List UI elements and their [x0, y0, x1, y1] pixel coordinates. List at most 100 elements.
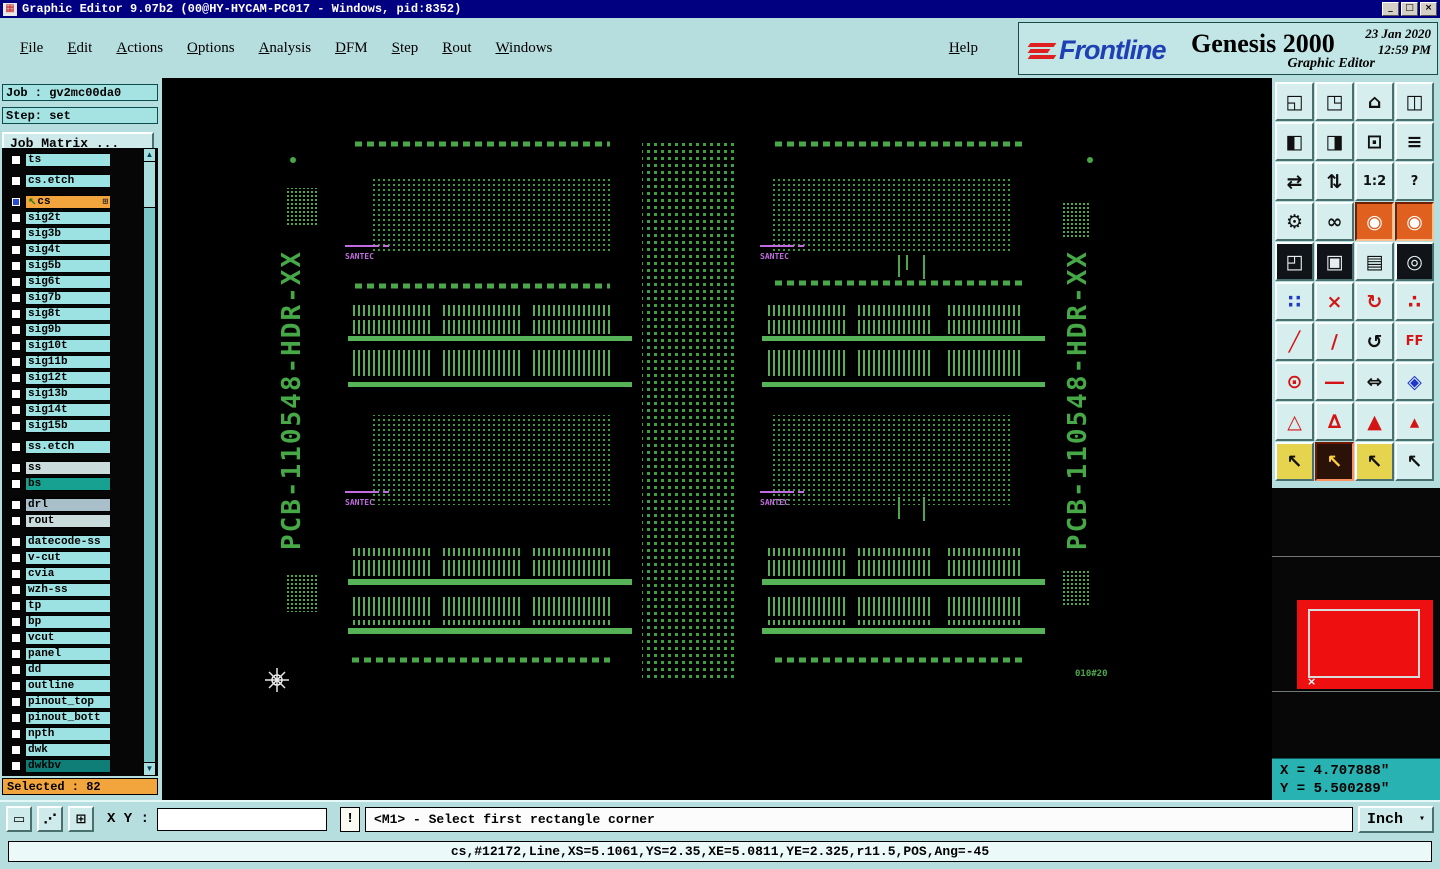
- layer-row[interactable]: ss.etch: [5, 440, 158, 454]
- layer-name[interactable]: sig13b: [25, 387, 111, 401]
- layer-name[interactable]: sig11b: [25, 355, 111, 369]
- layer-row[interactable]: dwk: [5, 743, 158, 757]
- screen-copy-icon[interactable]: ◱: [1275, 82, 1314, 121]
- cursor-active-icon[interactable]: ↖: [1315, 442, 1354, 481]
- scroll-down-arrow-icon[interactable]: ▼: [144, 762, 155, 775]
- pad-shape-icon[interactable]: ▣: [1315, 242, 1354, 281]
- minimize-button[interactable]: _: [1382, 2, 1399, 16]
- layer-row[interactable]: dwkbv: [5, 759, 158, 773]
- layer-visibility-checkbox[interactable]: [11, 601, 21, 611]
- triangle-filled-icon[interactable]: ▲: [1355, 402, 1394, 441]
- flip-horizontal-icon[interactable]: ⇄: [1275, 162, 1314, 201]
- highlight-selected-icon[interactable]: ◉: [1355, 202, 1394, 241]
- layer-row[interactable]: sig11b: [5, 355, 158, 369]
- screen-paste-icon[interactable]: ◳: [1315, 82, 1354, 121]
- window-tool-button[interactable]: ▭: [6, 806, 32, 832]
- layer-row[interactable]: sig7b: [5, 291, 158, 305]
- pause-indicator-button[interactable]: !: [340, 806, 361, 832]
- menu-item[interactable]: Actions: [116, 40, 163, 57]
- layer-visibility-checkbox[interactable]: [11, 213, 21, 223]
- layer-visibility-checkbox[interactable]: [11, 729, 21, 739]
- layer-visibility-checkbox[interactable]: [11, 516, 21, 526]
- layer-visibility-checkbox[interactable]: [11, 500, 21, 510]
- layer-row[interactable]: sig8t: [5, 307, 158, 321]
- menu-item[interactable]: Windows: [495, 40, 552, 57]
- layer-visibility-checkbox[interactable]: [11, 373, 21, 383]
- layer-name[interactable]: ts: [25, 153, 111, 167]
- layer-visibility-checkbox[interactable]: [11, 245, 21, 255]
- cursor-select-icon[interactable]: ↖: [1275, 442, 1314, 481]
- layer-name[interactable]: dwkbv: [25, 759, 111, 773]
- layer-name[interactable]: vcut: [25, 631, 111, 645]
- settings-icon[interactable]: ⚙: [1275, 202, 1314, 241]
- dash-line-icon[interactable]: ―: [1315, 362, 1354, 401]
- menu-item[interactable]: File: [20, 40, 43, 57]
- layer-visibility-checkbox[interactable]: [11, 155, 21, 165]
- layer-name[interactable]: ss.etch: [25, 440, 111, 454]
- layer-visibility-checkbox[interactable]: [11, 197, 21, 207]
- layer-row[interactable]: sig14t: [5, 403, 158, 417]
- overview-zoom-rect[interactable]: ×: [1297, 600, 1433, 689]
- layer-name[interactable]: tp: [25, 599, 111, 613]
- maximize-button[interactable]: □: [1401, 2, 1418, 16]
- net-points-icon[interactable]: ∷: [1275, 282, 1314, 321]
- layer-name[interactable]: pinout_top: [25, 695, 111, 709]
- layer-visibility-checkbox[interactable]: [11, 229, 21, 239]
- cursor-snap-icon[interactable]: ↖: [1395, 442, 1434, 481]
- layer-name[interactable]: sig3b: [25, 227, 111, 241]
- layer-row[interactable]: sig2t: [5, 211, 158, 225]
- layer-row[interactable]: sig10t: [5, 339, 158, 353]
- layer-visibility-checkbox[interactable]: [11, 745, 21, 755]
- rotate-cw-icon[interactable]: ↻: [1355, 282, 1394, 321]
- layer-visibility-checkbox[interactable]: [11, 341, 21, 351]
- layer-visibility-checkbox[interactable]: [11, 665, 21, 675]
- layer-visibility-checkbox[interactable]: [11, 761, 21, 771]
- layer-row[interactable]: panel: [5, 647, 158, 661]
- layer-name[interactable]: sig12t: [25, 371, 111, 385]
- layer-row[interactable]: tp: [5, 599, 158, 613]
- layer-visibility-checkbox[interactable]: [11, 277, 21, 287]
- layer-name[interactable]: rout: [25, 514, 111, 528]
- menu-item[interactable]: Analysis: [259, 40, 312, 57]
- layer-expand-icon[interactable]: ⊞: [103, 197, 108, 207]
- layer-visibility-checkbox[interactable]: [11, 633, 21, 643]
- app-icon[interactable]: ▦: [3, 2, 17, 16]
- layer-row[interactable]: cs.etch: [5, 174, 158, 188]
- layer-row[interactable]: sig15b: [5, 419, 158, 433]
- menu-item[interactable]: DFM: [335, 40, 368, 57]
- measure-icon[interactable]: ∞: [1315, 202, 1354, 241]
- menu-item[interactable]: Step: [392, 40, 419, 57]
- layer-visibility-checkbox[interactable]: [11, 617, 21, 627]
- layer-row[interactable]: sig4t: [5, 243, 158, 257]
- layer-name[interactable]: cvia: [25, 567, 111, 581]
- layer-row[interactable]: pinout_bott: [5, 711, 158, 725]
- layer-name[interactable]: datecode-ss: [25, 535, 111, 549]
- layer-visibility-checkbox[interactable]: [11, 325, 21, 335]
- delete-icon[interactable]: ×: [1315, 282, 1354, 321]
- layer-visibility-checkbox[interactable]: [11, 389, 21, 399]
- layer-visibility-checkbox[interactable]: [11, 585, 21, 595]
- layer-visibility-checkbox[interactable]: [11, 553, 21, 563]
- menu-item[interactable]: Options: [187, 40, 235, 57]
- layer-row[interactable]: drl: [5, 498, 158, 512]
- help-icon[interactable]: ?: [1395, 162, 1434, 201]
- zoom-out-icon[interactable]: ◨: [1315, 122, 1354, 161]
- menu-item[interactable]: Edit: [67, 40, 92, 57]
- layer-row[interactable]: datecode-ss: [5, 535, 158, 549]
- layer-name[interactable]: pinout_bott: [25, 711, 111, 725]
- layer-visibility-checkbox[interactable]: [11, 463, 21, 473]
- layer-name[interactable]: sig7b: [25, 291, 111, 305]
- ruler-icon[interactable]: ▤: [1355, 242, 1394, 281]
- xy-input[interactable]: [157, 807, 328, 831]
- layer-name[interactable]: cs.etch: [25, 174, 111, 188]
- layer-name[interactable]: ↖ cs ⊞: [25, 195, 111, 209]
- layer-row[interactable]: ss: [5, 461, 158, 475]
- flip-vertical-icon[interactable]: ⇅: [1315, 162, 1354, 201]
- layer-row[interactable]: sig3b: [5, 227, 158, 241]
- layer-row[interactable]: vcut: [5, 631, 158, 645]
- layer-row[interactable]: sig9b: [5, 323, 158, 337]
- layer-visibility-checkbox[interactable]: [11, 261, 21, 271]
- menu-help[interactable]: Help: [949, 40, 978, 57]
- layer-scrollbar[interactable]: ▲ ▼: [143, 148, 156, 776]
- tile-windows-icon[interactable]: ◫: [1395, 82, 1434, 121]
